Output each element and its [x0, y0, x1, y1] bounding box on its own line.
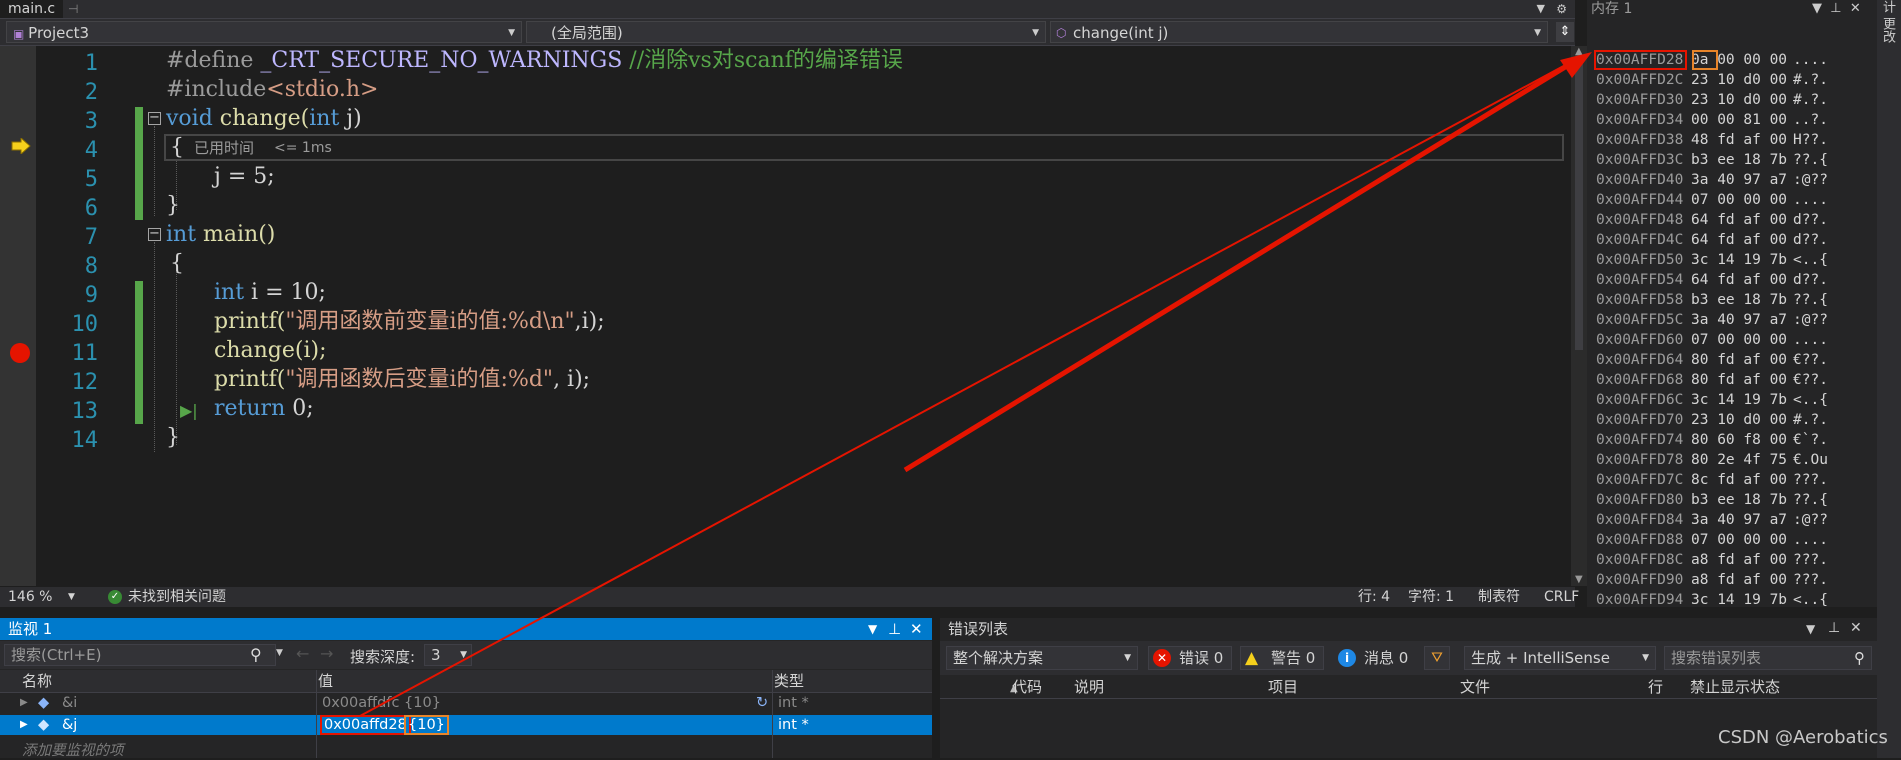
- watermark: CSDN @Aerobatics: [1718, 727, 1888, 748]
- annotation-arrow-thin: [359, 55, 1583, 717]
- annotation-arrow-head: [1560, 52, 1592, 78]
- annotation-arrow-thick: [903, 55, 1582, 473]
- annotation-arrows: [359, 52, 1592, 717]
